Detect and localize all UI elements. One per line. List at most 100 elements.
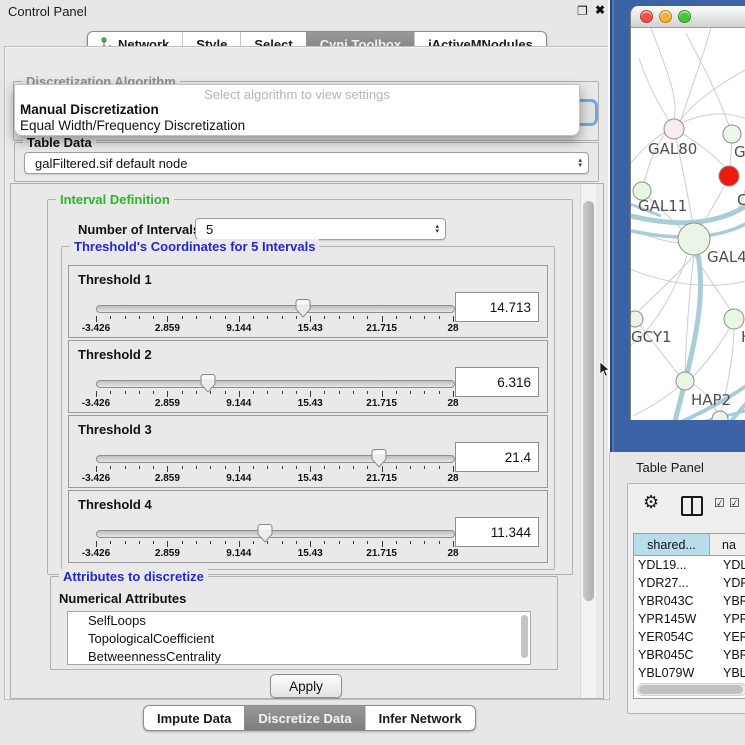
settings-scrollpane: Interval Definition Number of Intervals … xyxy=(10,183,604,699)
cyni-toolbox-panel: Discretization Algorithm Select algorith… xyxy=(4,46,610,700)
split-view-icon[interactable] xyxy=(681,496,703,516)
cell-name[interactable]: YBL0 xyxy=(713,666,745,680)
attribute-list-item[interactable]: SelfLoops xyxy=(68,612,530,630)
threshold-slider[interactable] xyxy=(96,455,455,463)
tick-label: 28 xyxy=(447,473,458,484)
threshold-value-field[interactable]: 11.344 xyxy=(455,517,539,547)
network-nodes[interactable] xyxy=(631,119,744,420)
attribute-list-item[interactable]: TopologicalCoefficient xyxy=(68,630,530,648)
scrollbar-thumb[interactable] xyxy=(639,685,743,694)
network-node[interactable] xyxy=(723,125,741,143)
table-row[interactable]: YDL19...YDL1 xyxy=(634,556,745,574)
threshold-value-field[interactable]: 6.316 xyxy=(455,367,539,397)
node-table[interactable]: shared... na YDL19...YDL1YDR27...YDR2YBR… xyxy=(633,533,745,699)
table-data-combobox[interactable]: galFiltered.sif default node ▴▾ xyxy=(24,152,589,174)
numerical-attributes-label: Numerical Attributes xyxy=(59,591,186,606)
float-icon[interactable]: ❐ xyxy=(577,4,588,18)
cell-name[interactable]: YPR1 xyxy=(713,612,745,626)
numerical-attributes-list[interactable]: SelfLoopsTopologicalCoefficientBetweenne… xyxy=(67,611,531,665)
table-body: YDL19...YDL1YDR27...YDR2YBR043CYBR0YPR14… xyxy=(634,556,745,699)
cell-shared-name[interactable]: YBR043C xyxy=(634,594,713,608)
threshold-label: Threshold 2 xyxy=(78,347,152,362)
table-row[interactable]: YER054CYER0 xyxy=(634,628,745,646)
apply-button[interactable]: Apply xyxy=(270,674,342,698)
threshold-label: Threshold 3 xyxy=(78,422,152,437)
network-node[interactable] xyxy=(719,166,739,186)
table-horizontal-scrollbar[interactable] xyxy=(637,683,745,696)
column-header-shared-name[interactable]: shared... xyxy=(634,534,710,556)
network-node[interactable] xyxy=(664,119,684,139)
threshold-value-field[interactable]: 21.4 xyxy=(455,442,539,472)
threshold-box: Threshold 2 -3.4262.8599.14415.4321.71528… xyxy=(68,340,548,413)
tick-label: 28 xyxy=(447,398,458,409)
group-title: Attributes to discretize xyxy=(59,569,208,584)
tick-label: 21.715 xyxy=(366,398,397,409)
network-canvas-svg[interactable]: GAL80G.CGAL11GAL4GCY1HHAP2 xyxy=(631,28,745,420)
list-scrollbar[interactable] xyxy=(521,615,528,658)
tick-label: 21.715 xyxy=(366,473,397,484)
table-row[interactable]: YPR145WYPR1 xyxy=(634,610,745,628)
cell-shared-name[interactable]: YDR27... xyxy=(634,576,713,590)
cell-name[interactable]: YER0 xyxy=(713,630,745,644)
minimize-window-light-icon[interactable] xyxy=(659,10,672,23)
tab-discretize-data[interactable]: Discretize Data xyxy=(244,706,364,730)
gear-icon[interactable]: ⚙ xyxy=(643,492,659,513)
slider-tick-labels: -3.4262.8599.14415.4321.71528 xyxy=(96,398,453,409)
table-row[interactable]: YBR043CYBR0 xyxy=(634,592,745,610)
column-header-name[interactable]: na xyxy=(710,534,745,556)
network-window-titlebar[interactable] xyxy=(631,6,745,28)
cell-name[interactable]: YDR2 xyxy=(713,576,745,590)
close-icon[interactable]: ✖ xyxy=(595,3,605,17)
network-node[interactable] xyxy=(678,223,710,255)
tick-label: 2.859 xyxy=(155,323,180,334)
mouse-cursor xyxy=(599,361,611,378)
checkbox-icon[interactable]: ☑ xyxy=(714,496,725,510)
cell-shared-name[interactable]: YPR145W xyxy=(634,612,713,626)
threshold-slider[interactable] xyxy=(96,380,455,388)
network-node[interactable] xyxy=(712,411,728,420)
table-row[interactable]: YDR27...YDR2 xyxy=(634,574,745,592)
tick-label: 21.715 xyxy=(366,323,397,334)
tick-label: 15.43 xyxy=(298,473,323,484)
dropdown-option-manual[interactable]: Manual Discretization xyxy=(15,102,579,118)
threshold-value-field[interactable]: 14.713 xyxy=(455,292,539,322)
network-node-label: HAP2 xyxy=(691,391,731,409)
threshold-slider[interactable] xyxy=(96,530,455,538)
network-view-window[interactable]: GAL80G.CGAL11GAL4GCY1HHAP2 xyxy=(630,6,745,420)
table-row[interactable]: YBR045CYBR0 xyxy=(634,646,745,664)
network-node[interactable] xyxy=(676,372,694,390)
network-node[interactable] xyxy=(724,309,744,329)
screen: Control Panel ❐ ✖ Network Style Select C… xyxy=(0,0,745,745)
combobox-value: 5 xyxy=(206,222,213,237)
tab-impute-data[interactable]: Impute Data xyxy=(144,706,244,730)
combobox-stepper-icon: ▴▾ xyxy=(435,224,439,234)
number-of-intervals-combobox[interactable]: 5 ▴▾ xyxy=(195,218,446,240)
settings-vertical-scrollbar[interactable] xyxy=(580,184,596,698)
tab-infer-network[interactable]: Infer Network xyxy=(365,706,475,730)
scrollbar-thumb[interactable] xyxy=(583,201,594,601)
network-node-label: GAL4 xyxy=(707,248,745,266)
interval-definition-group: Interval Definition Number of Intervals … xyxy=(47,199,573,575)
bottom-tab-bar: Impute Data Discretize Data Infer Networ… xyxy=(143,705,476,731)
close-window-light-icon[interactable] xyxy=(640,10,653,23)
cell-shared-name[interactable]: YDL19... xyxy=(634,558,713,572)
cell-shared-name[interactable]: YBR045C xyxy=(634,648,713,662)
tick-label: 9.144 xyxy=(226,548,251,559)
tick-label: -3.426 xyxy=(82,548,110,559)
zoom-window-light-icon[interactable] xyxy=(678,10,691,23)
cell-shared-name[interactable]: YER054C xyxy=(634,630,713,644)
threshold-box: Threshold 1-3.4262.8599.14415.4321.71528… xyxy=(68,265,548,338)
network-node-label: GCY1 xyxy=(631,328,672,346)
attribute-list-item[interactable]: BetweennessCentrality xyxy=(68,648,530,665)
cell-name[interactable]: YDL1 xyxy=(713,558,745,572)
cell-shared-name[interactable]: YBL079W xyxy=(634,666,713,680)
network-node[interactable] xyxy=(631,311,643,327)
slider-tick-labels: -3.4262.8599.14415.4321.71528 xyxy=(96,323,453,334)
checkbox-icon[interactable]: ☑ xyxy=(729,496,740,510)
cell-name[interactable]: YBR0 xyxy=(713,594,745,608)
tick-label: 9.144 xyxy=(226,473,251,484)
table-row[interactable]: YBL079WYBL0 xyxy=(634,664,745,682)
cell-name[interactable]: YBR0 xyxy=(713,648,745,662)
dropdown-option-equal-width[interactable]: Equal Width/Frequency Discretization xyxy=(15,118,579,134)
threshold-slider[interactable] xyxy=(96,305,455,313)
